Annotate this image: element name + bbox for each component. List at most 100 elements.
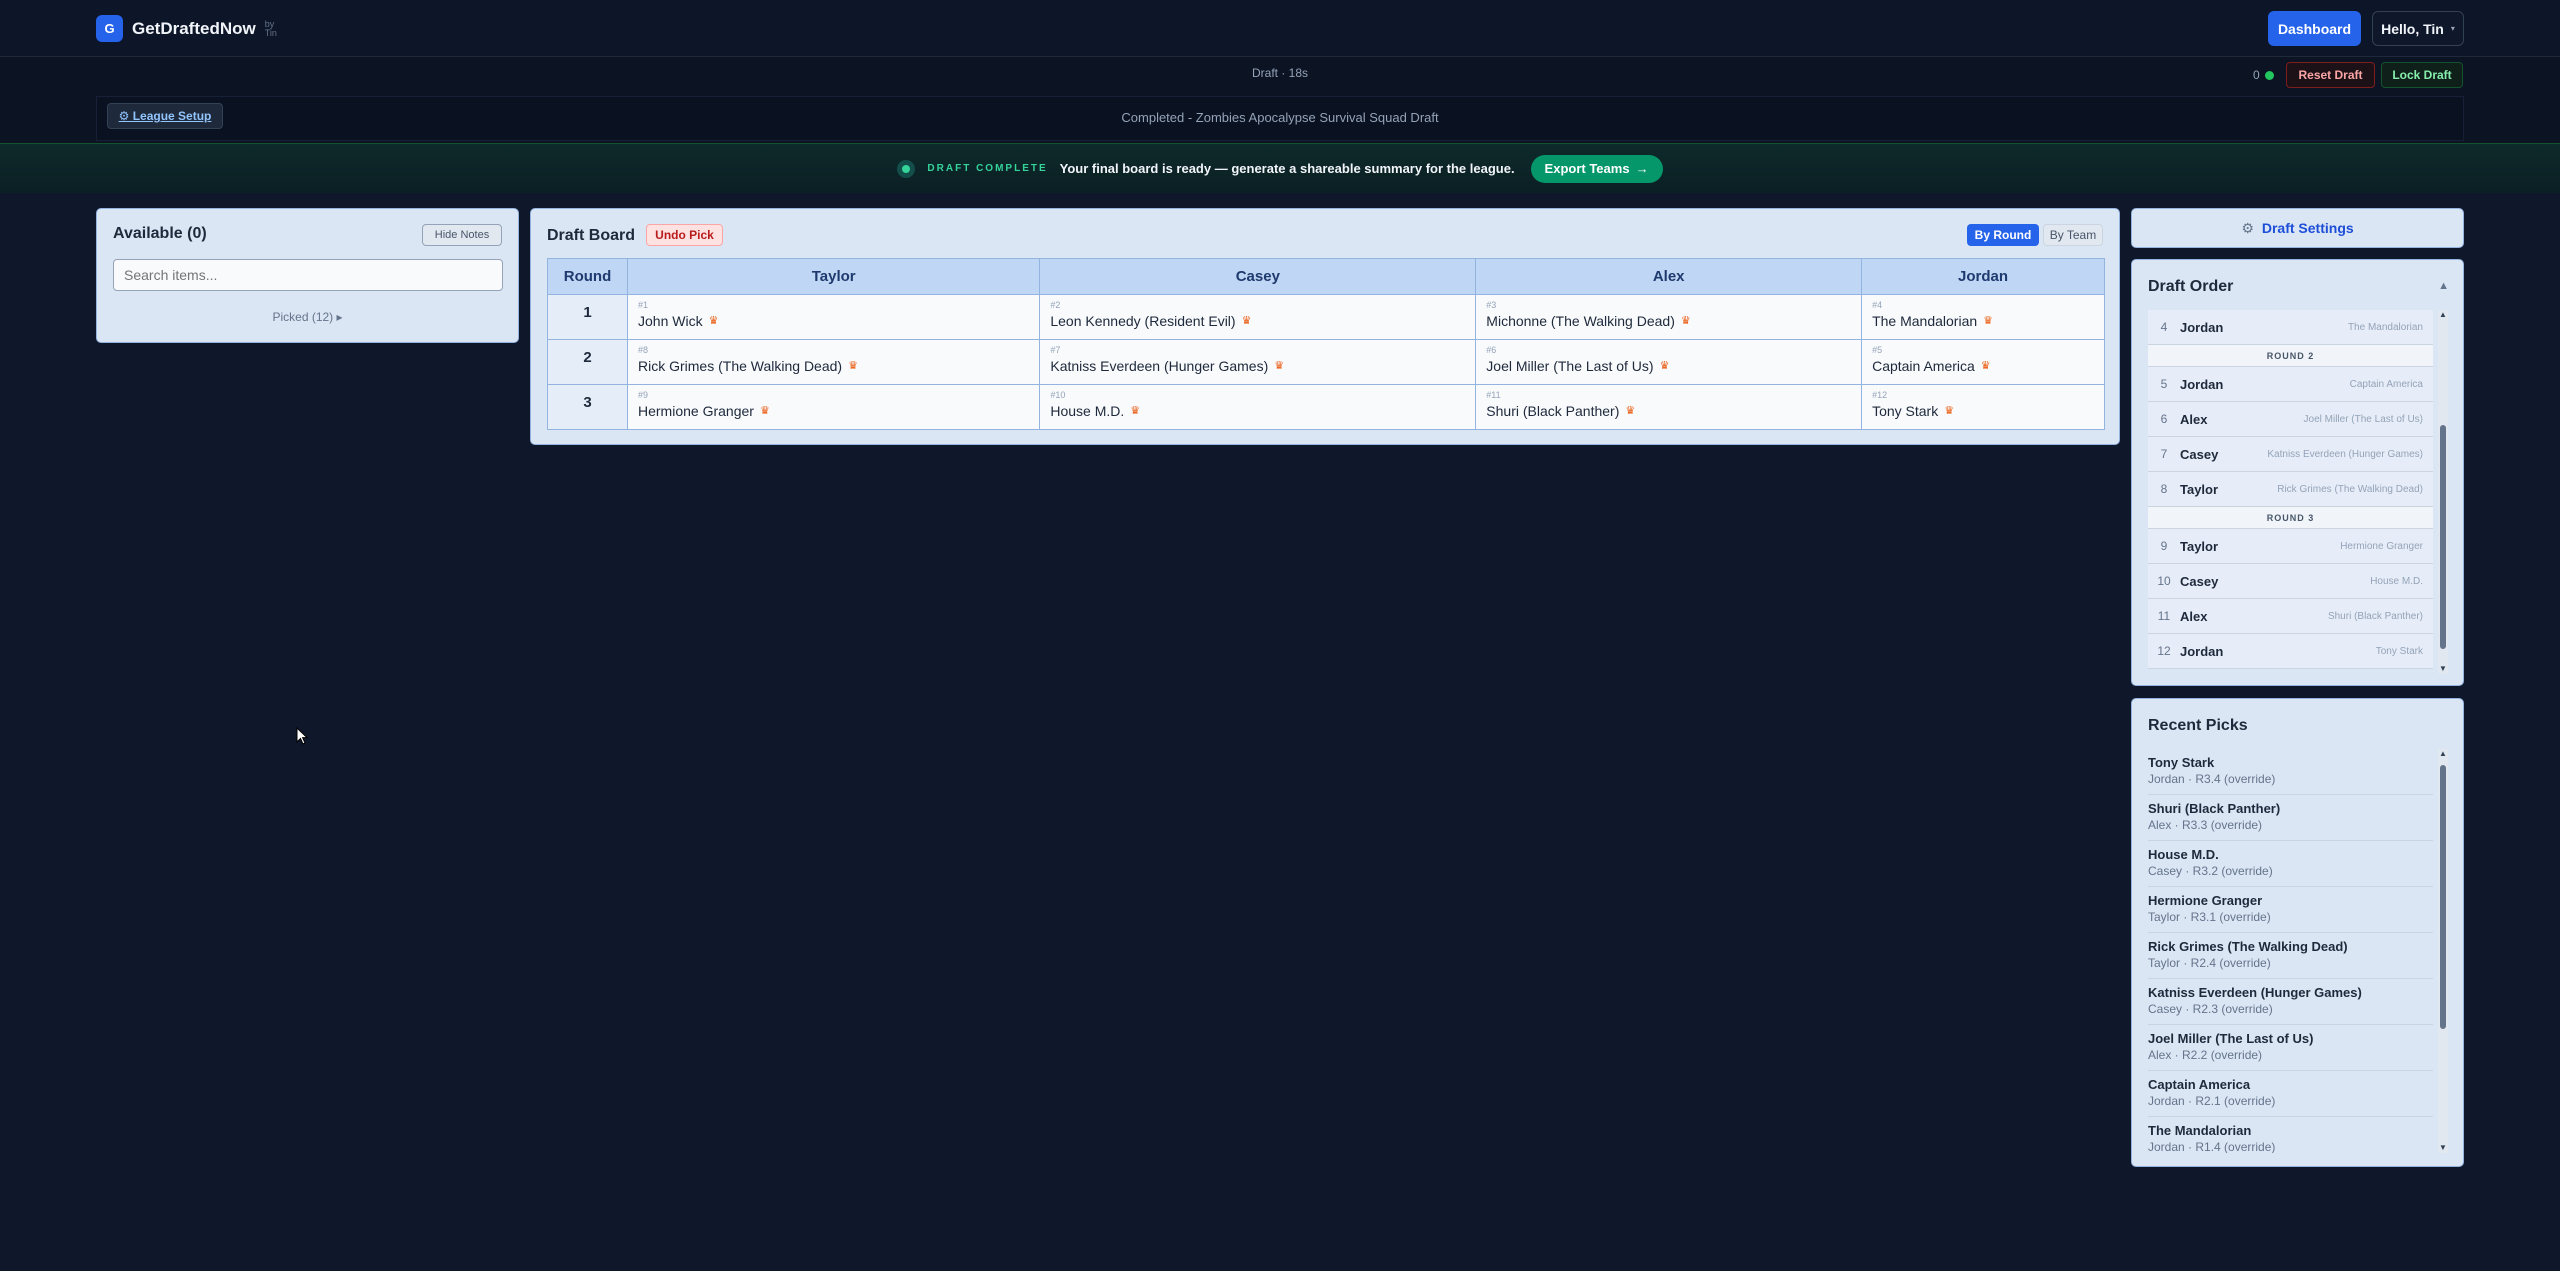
draft-order-row: 11 Alex Shuri (Black Panther)	[2148, 599, 2433, 634]
scroll-down-icon[interactable]: ▼	[2438, 1143, 2448, 1153]
lock-draft-button[interactable]: Lock Draft	[2381, 62, 2463, 88]
draft-order-row: 4 Jordan The Mandalorian	[2148, 310, 2433, 345]
by-team-button[interactable]: By Team	[2043, 224, 2103, 246]
pick-number: #11	[1486, 390, 1501, 400]
picked-toggle[interactable]: Picked (12) ▸	[97, 310, 518, 324]
crown-icon: ♛	[1625, 405, 1636, 417]
scroll-down-icon[interactable]: ▼	[2438, 664, 2448, 674]
arrow-right-icon: →	[1635, 161, 1649, 176]
draft-settings-button[interactable]: ⚙ Draft Settings	[2131, 208, 2464, 248]
brand-byline: by Tin	[264, 18, 277, 38]
scroll-up-icon[interactable]: ▲	[2438, 310, 2448, 320]
online-dot-icon	[2264, 70, 2274, 80]
pick-name: Michonne (The Walking Dead)	[1486, 313, 1675, 329]
pick-cell[interactable]: #1 John Wick ♛	[626, 294, 1041, 340]
reset-draft-button[interactable]: Reset Draft	[2286, 62, 2375, 88]
recent-pick-meta: Taylor · R3.1 (override)	[2148, 910, 2271, 924]
recent-pick-name: The Mandalorian	[2148, 1123, 2252, 1138]
league-row: ⚙ League Setup Completed - Zombies Apoca…	[96, 96, 2464, 141]
user-greeting: Hello, Tin	[2381, 20, 2444, 37]
order-team: Alex	[2180, 608, 2208, 624]
pick-cell[interactable]: #2 Leon Kennedy (Resident Evil) ♛	[1039, 294, 1477, 340]
pick-name: Katniss Everdeen (Hunger Games)	[1050, 358, 1269, 374]
recent-picks-scrollbar[interactable]: ▲ ▼	[2438, 749, 2448, 1153]
undo-pick-button[interactable]: Undo Pick	[646, 224, 723, 246]
pick-cell[interactable]: #4 The Mandalorian ♛	[1861, 294, 2105, 340]
pick-cell[interactable]: #8 Rick Grimes (The Walking Dead) ♛	[626, 339, 1041, 385]
user-menu-button[interactable]: Hello, Tin ▾	[2372, 11, 2464, 46]
scroll-up-icon[interactable]: ▲	[2438, 749, 2448, 759]
recent-pick-item: Rick Grimes (The Walking Dead) Taylor · R…	[2148, 933, 2433, 979]
brand[interactable]: G GetDraftedNow by Tin	[96, 15, 281, 42]
order-pick-name: The Mandalorian	[2347, 321, 2423, 333]
draft-complete-banner: DRAFT COMPLETE Your final board is ready…	[0, 143, 2560, 193]
recent-pick-meta: Casey · R3.2 (override)	[2148, 864, 2273, 878]
recent-pick-item: Joel Miller (The Last of Us) Alex · R2.2 …	[2148, 1025, 2433, 1071]
league-status-text: Completed - Zombies Apocalypse Survival …	[1121, 110, 1439, 125]
order-team: Jordan	[2180, 643, 2224, 659]
crown-icon: ♛	[708, 315, 719, 327]
pick-cell[interactable]: #11 Shuri (Black Panther) ♛	[1475, 384, 1863, 430]
draft-board-title: Draft Board	[547, 227, 636, 244]
pick-name: John Wick	[638, 313, 703, 329]
pick-name: Captain America	[1872, 358, 1975, 374]
pick-number: #12	[1872, 390, 1888, 400]
crown-icon: ♛	[1130, 405, 1141, 417]
collapse-icon[interactable]: ▲	[2438, 280, 2449, 292]
team-column-header: Casey	[1039, 258, 1477, 295]
by-round-button[interactable]: By Round	[1967, 224, 2039, 246]
pick-name: Shuri (Black Panther)	[1486, 403, 1620, 419]
order-pick-name: Rick Grimes (The Walking Dead)	[2277, 483, 2423, 495]
recent-pick-meta: Jordan · R2.1 (override)	[2148, 1094, 2276, 1108]
recent-pick-name: Katniss Everdeen (Hunger Games)	[2148, 985, 2362, 1000]
pick-number: #5	[1872, 345, 1883, 355]
pick-number: #1	[638, 300, 649, 310]
dashboard-button[interactable]: Dashboard	[2268, 11, 2361, 46]
pick-number: #3	[1486, 300, 1497, 310]
order-pick-name: House M.D.	[2370, 575, 2423, 587]
order-pick-number: 8	[2160, 482, 2168, 496]
crown-icon: ♛	[759, 405, 770, 417]
crown-icon: ♛	[1274, 360, 1285, 372]
order-team: Alex	[2180, 411, 2208, 427]
banner-tag: DRAFT COMPLETE	[927, 163, 1048, 174]
search-input[interactable]	[113, 259, 503, 291]
pick-cell[interactable]: #10 House M.D. ♛	[1039, 384, 1477, 430]
draft-order-row: 7 Casey Katniss Everdeen (Hunger Games)	[2148, 437, 2433, 472]
recent-pick-item: Hermione Granger Taylor · R3.1 (override)	[2148, 887, 2433, 933]
draft-order-scrollbar[interactable]: ▲ ▼	[2438, 310, 2448, 674]
draft-board-panel: Draft Board Undo Pick By Round By Team R…	[530, 208, 2120, 445]
hide-notes-button[interactable]: Hide Notes	[422, 224, 502, 246]
order-team: Taylor	[2180, 481, 2219, 497]
banner-message: Your final board is ready — generate a s…	[1059, 161, 1515, 176]
crown-icon: ♛	[1980, 360, 1991, 372]
scrollbar-thumb[interactable]	[2440, 425, 2446, 649]
draft-order-row: 10 Casey House M.D.	[2148, 564, 2433, 599]
available-title: Available (0)	[113, 225, 207, 242]
recent-pick-name: Shuri (Black Panther)	[2148, 801, 2281, 816]
pick-cell[interactable]: #7 Katniss Everdeen (Hunger Games) ♛	[1039, 339, 1477, 385]
pick-cell[interactable]: #9 Hermione Granger ♛	[626, 384, 1041, 430]
order-team: Taylor	[2180, 538, 2219, 554]
crown-icon: ♛	[1241, 315, 1252, 327]
view-toggle: By Round By Team	[1967, 224, 2103, 246]
order-pick-number: 5	[2160, 377, 2168, 391]
order-team: Casey	[2180, 446, 2219, 462]
recent-picks-list[interactable]: Tony Stark Jordan · R3.4 (override) Shuri…	[2148, 749, 2433, 1153]
pick-cell[interactable]: #5 Captain America ♛	[1861, 339, 2105, 385]
pick-cell[interactable]: #3 Michonne (The Walking Dead) ♛	[1475, 294, 1863, 340]
draft-order-list[interactable]: 4 Jordan The Mandalorian ROUND 2 5 Jordan Ca…	[2148, 310, 2433, 674]
pick-cell[interactable]: #12 Tony Stark ♛	[1861, 384, 2105, 430]
draft-order-row: 8 Taylor Rick Grimes (The Walking Dead)	[2148, 472, 2433, 507]
pick-name: House M.D.	[1050, 403, 1125, 419]
scrollbar-thumb[interactable]	[2440, 765, 2446, 1029]
pick-number: #8	[638, 345, 649, 355]
round-number: 3	[547, 384, 628, 430]
pick-number: #9	[638, 390, 649, 400]
round-column-header: Round	[547, 258, 628, 295]
pick-cell[interactable]: #6 Joel Miller (The Last of Us) ♛	[1475, 339, 1863, 385]
order-pick-name: Katniss Everdeen (Hunger Games)	[2267, 448, 2423, 460]
recent-pick-item: Katniss Everdeen (Hunger Games) Casey · R…	[2148, 979, 2433, 1025]
draft-settings-label: Draft Settings	[2261, 220, 2354, 236]
export-teams-button[interactable]: Export Teams →	[1530, 154, 1663, 183]
